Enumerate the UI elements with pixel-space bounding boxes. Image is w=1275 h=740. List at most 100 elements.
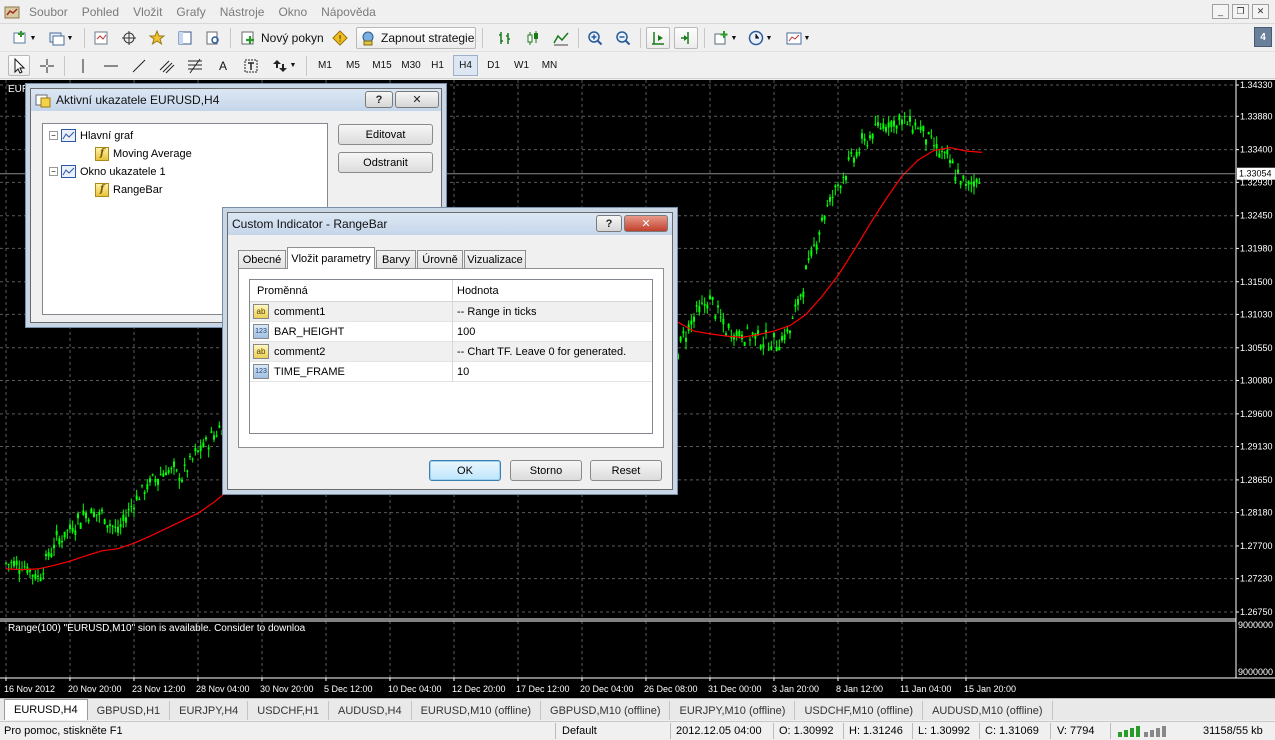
chart-tab[interactable]: AUDUSD,M10 (offline) bbox=[923, 701, 1053, 720]
tree-item-indicator-window[interactable]: − Okno ukazatele 1 bbox=[49, 163, 166, 180]
parameter-value[interactable]: -- Range in ticks bbox=[457, 306, 536, 318]
alert-button[interactable]: ! bbox=[330, 27, 350, 49]
menu-item[interactable]: Grafy bbox=[169, 5, 212, 19]
edit-button[interactable]: Editovat bbox=[338, 124, 433, 145]
chart-tab[interactable]: GBPUSD,H1 bbox=[88, 701, 171, 720]
chart-tab[interactable]: EURUSD,M10 (offline) bbox=[412, 701, 542, 720]
enable-strategies-button[interactable]: Zapnout strategie bbox=[356, 27, 476, 49]
collapse-icon[interactable]: − bbox=[49, 167, 58, 176]
close-button[interactable]: ✕ bbox=[624, 215, 668, 232]
parameter-value[interactable]: 10 bbox=[457, 366, 469, 378]
tab-visualization[interactable]: Vizualizace bbox=[464, 250, 526, 269]
parameter-value[interactable]: -- Chart TF. Leave 0 for generated. bbox=[457, 346, 626, 358]
restore-icon[interactable]: ❐ bbox=[1232, 4, 1249, 19]
chart-tab[interactable]: USDCHF,M10 (offline) bbox=[795, 701, 924, 720]
help-button[interactable]: ? bbox=[596, 215, 622, 232]
timeframe-w1-button[interactable]: W1 bbox=[509, 55, 534, 76]
chart-tab[interactable]: EURJPY,H4 bbox=[170, 701, 249, 720]
candle-body bbox=[42, 573, 45, 575]
remove-button[interactable]: Odstranit bbox=[338, 152, 433, 173]
data-window-button[interactable] bbox=[118, 27, 140, 49]
periods-button[interactable]: ▼ bbox=[744, 27, 776, 49]
tab-colors[interactable]: Barvy bbox=[376, 250, 416, 269]
candle-body bbox=[773, 332, 775, 338]
tree-item-rangebar[interactable]: f RangeBar bbox=[95, 181, 163, 198]
tab-badge[interactable]: 4 bbox=[1254, 27, 1272, 47]
menu-item[interactable]: Vložit bbox=[126, 5, 169, 19]
chart-shift-button[interactable] bbox=[674, 27, 698, 49]
candle-body bbox=[829, 197, 831, 202]
timeframe-m15-button[interactable]: M15 bbox=[368, 55, 396, 76]
timeframe-m1-button[interactable]: M1 bbox=[312, 55, 338, 76]
market-watch-button[interactable] bbox=[90, 27, 112, 49]
tab-inputs[interactable]: Vložit parametry bbox=[287, 247, 375, 269]
parameter-row[interactable]: 123 BAR_HEIGHT 100 bbox=[250, 322, 652, 342]
crosshair-target-icon bbox=[122, 31, 136, 45]
menu-item[interactable]: Pohled bbox=[75, 5, 126, 19]
text-label-button[interactable] bbox=[240, 55, 262, 76]
parameter-value[interactable]: 100 bbox=[457, 326, 475, 338]
chart-tab[interactable]: EURUSD,H4 bbox=[4, 699, 88, 720]
trendline-button[interactable] bbox=[128, 55, 150, 76]
equidistant-channel-button[interactable] bbox=[156, 55, 178, 76]
cancel-button[interactable]: Storno bbox=[510, 460, 582, 481]
status-profile[interactable]: Default bbox=[562, 725, 597, 737]
timeframe-h1-button[interactable]: H1 bbox=[425, 55, 450, 76]
fibonacci-button[interactable] bbox=[184, 55, 206, 76]
chart-tab[interactable]: USDCHF,H1 bbox=[248, 701, 329, 720]
variable-column-header[interactable]: Proměnná bbox=[257, 285, 308, 297]
new-order-button[interactable]: Nový pokyn bbox=[236, 27, 328, 49]
menu-item[interactable]: Nástroje bbox=[213, 5, 272, 19]
candle-body bbox=[37, 575, 39, 577]
price-tick-label: 1.28180 bbox=[1240, 508, 1273, 518]
tree-item-moving-average[interactable]: f Moving Average bbox=[95, 145, 192, 162]
cursor-button[interactable] bbox=[8, 55, 30, 76]
vertical-line-button[interactable] bbox=[72, 55, 94, 76]
value-column-header[interactable]: Hodnota bbox=[457, 285, 499, 297]
navigator-button[interactable] bbox=[146, 27, 168, 49]
line-chart-button[interactable] bbox=[550, 27, 572, 49]
arrows-button[interactable]: ▼ bbox=[268, 55, 300, 76]
menu-item[interactable]: Okno bbox=[271, 5, 314, 19]
tab-general[interactable]: Obecné bbox=[238, 250, 286, 269]
crosshair-button[interactable] bbox=[36, 55, 58, 76]
chart-tab[interactable]: GBPUSD,M10 (offline) bbox=[541, 701, 671, 720]
zoom-in-button[interactable] bbox=[584, 27, 606, 49]
zoom-out-button[interactable] bbox=[612, 27, 634, 49]
reset-button[interactable]: Reset bbox=[590, 460, 662, 481]
timeframe-d1-button[interactable]: D1 bbox=[481, 55, 506, 76]
minimize-icon[interactable]: _ bbox=[1212, 4, 1229, 19]
indicators-button[interactable]: ▼ bbox=[710, 27, 740, 49]
candle-body bbox=[887, 122, 890, 128]
bar-chart-button[interactable] bbox=[494, 27, 516, 49]
text-button[interactable]: A bbox=[212, 55, 234, 76]
profiles-button[interactable]: ▼ bbox=[46, 27, 76, 49]
timeframe-m5-button[interactable]: M5 bbox=[340, 55, 366, 76]
parameter-row[interactable]: ab comment2 -- Chart TF. Leave 0 for gener… bbox=[250, 342, 652, 362]
ok-button[interactable]: OK bbox=[429, 460, 501, 481]
menu-item[interactable]: Soubor bbox=[22, 5, 75, 19]
chart-tab[interactable]: AUDUSD,H4 bbox=[329, 701, 412, 720]
new-chart-button[interactable]: ▼ bbox=[8, 27, 40, 49]
close-icon[interactable]: ✕ bbox=[1252, 4, 1269, 19]
tree-item-main-chart[interactable]: − Hlavní graf bbox=[49, 127, 133, 144]
terminal-button[interactable] bbox=[174, 27, 196, 49]
timeframe-h4-button[interactable]: H4 bbox=[453, 55, 478, 76]
parameter-row[interactable]: ab comment1 -- Range in ticks bbox=[250, 302, 652, 322]
collapse-icon[interactable]: − bbox=[49, 131, 58, 140]
help-button[interactable]: ? bbox=[365, 91, 393, 108]
horizontal-line-button[interactable] bbox=[100, 55, 122, 76]
menu-item[interactable]: Nápověda bbox=[314, 5, 383, 19]
chart-tab[interactable]: EURJPY,M10 (offline) bbox=[670, 701, 796, 720]
timeframe-m30-button[interactable]: M30 bbox=[398, 55, 424, 76]
timeframe-mn-button[interactable]: MN bbox=[537, 55, 562, 76]
close-button[interactable]: ✕ bbox=[395, 91, 439, 108]
candle-body bbox=[781, 336, 783, 341]
tester-button[interactable] bbox=[202, 27, 224, 49]
parameters-grid[interactable]: Proměnná Hodnota ab comment1 -- Range in t… bbox=[249, 279, 653, 434]
templates-button[interactable]: ▼ bbox=[782, 27, 814, 49]
tab-levels[interactable]: Úrovně bbox=[417, 250, 463, 269]
parameter-row[interactable]: 123 TIME_FRAME 10 bbox=[250, 362, 652, 382]
candle-chart-button[interactable] bbox=[522, 27, 544, 49]
auto-scroll-button[interactable] bbox=[646, 27, 670, 49]
